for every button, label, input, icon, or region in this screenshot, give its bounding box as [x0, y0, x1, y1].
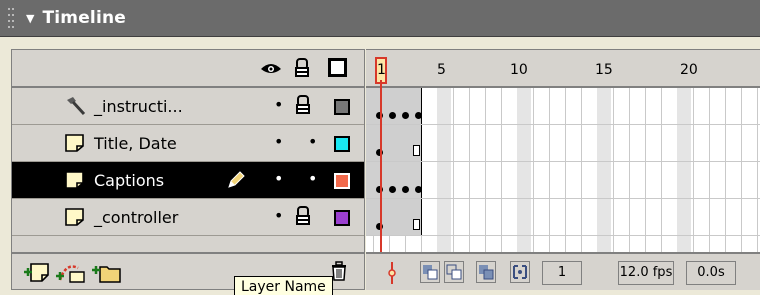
frame-gridline: [485, 88, 486, 252]
insert-folder-icon[interactable]: [92, 260, 122, 284]
frame-gridline: [725, 88, 726, 252]
lock-icon[interactable]: [295, 94, 311, 116]
frame-gridline: [661, 88, 662, 252]
frame-gridline: [741, 88, 742, 252]
frame-row-divider: [366, 124, 760, 125]
outline-color-swatch[interactable]: [334, 210, 350, 226]
keyframe-span[interactable]: [366, 88, 422, 124]
layer-list: _instructi... • Title, Date • • Captions: [11, 49, 365, 290]
frame-gridline: [581, 88, 582, 252]
frame-gridline: [501, 88, 502, 252]
panel-grip-handle[interactable]: [6, 0, 20, 37]
lock-dot[interactable]: •: [308, 171, 317, 187]
layer-row[interactable]: _controller •: [12, 199, 364, 236]
frame-rate-field[interactable]: 12.0 fps: [618, 261, 674, 285]
timeline-titlebar[interactable]: ▼ Timeline: [0, 0, 760, 37]
keyframe-span[interactable]: [366, 199, 422, 235]
outline-box-icon[interactable]: [328, 58, 347, 77]
onion-skin-outlines-button[interactable]: [444, 261, 464, 283]
frame-gridline: [533, 88, 534, 252]
frame-gridline: [453, 88, 454, 252]
layer-icon: [65, 208, 84, 226]
frame-gridline: [629, 88, 630, 252]
frame-ruler[interactable]: 1 5 10 15 20: [366, 50, 760, 88]
tooltip: Layer Name: [234, 276, 333, 295]
guide-layer-icon: [67, 97, 86, 116]
elapsed-time-field: 0.0s: [686, 261, 736, 285]
frame-row-divider: [366, 161, 760, 162]
layer-name[interactable]: Title, Date: [94, 134, 177, 153]
lock-icon[interactable]: [294, 58, 310, 78]
frame-grid[interactable]: [366, 88, 760, 252]
layer-name[interactable]: _controller: [94, 208, 178, 227]
timeline-footer: 1 12.0 fps 0.0s: [366, 252, 760, 290]
ruler-tick-label: 1: [377, 62, 386, 78]
current-frame-field: 1: [542, 261, 582, 285]
visibility-dot[interactable]: •: [274, 134, 283, 150]
lock-icon[interactable]: [295, 205, 311, 227]
pencil-icon: [228, 171, 245, 188]
layer-row[interactable]: Title, Date • •: [12, 125, 364, 162]
frame-gridline: [757, 88, 758, 252]
layer-icon: [65, 134, 84, 152]
frame-gridline: [549, 88, 550, 252]
frame-row-divider: [366, 235, 760, 236]
layer-name[interactable]: Captions: [94, 171, 164, 190]
layer-header: [12, 50, 364, 88]
frame-gridline: [693, 88, 694, 252]
frame-gridline: [709, 88, 710, 252]
ruler-tick-label: 10: [510, 62, 528, 78]
layer-name[interactable]: _instructi...: [94, 97, 183, 116]
collapse-triangle-icon[interactable]: ▼: [26, 12, 34, 25]
panel-title: Timeline: [42, 8, 127, 28]
layer-icon: [65, 171, 84, 189]
center-frame-icon[interactable]: [386, 262, 398, 284]
keyframe-span[interactable]: [366, 125, 422, 161]
timeline-frames[interactable]: 1 5 10 15 20 1 12.0 fps 0.0s: [366, 49, 760, 290]
add-layer-icon[interactable]: [24, 260, 50, 284]
frame-gridline: [469, 88, 470, 252]
lock-dot[interactable]: •: [308, 134, 317, 150]
modify-onion-markers-button[interactable]: [510, 261, 530, 283]
layer-row[interactable]: _instructi... •: [12, 88, 364, 125]
layer-row-selected[interactable]: Captions • •: [12, 162, 364, 199]
outline-color-swatch[interactable]: [334, 173, 350, 189]
ruler-tick-label: 15: [595, 62, 613, 78]
outline-color-swatch[interactable]: [334, 99, 350, 115]
ruler-tick-label: 20: [680, 62, 698, 78]
outline-color-swatch[interactable]: [334, 136, 350, 152]
frame-gridline: [613, 88, 614, 252]
frame-gridline: [645, 88, 646, 252]
frame-gridline: [565, 88, 566, 252]
frame-row-divider: [366, 198, 760, 199]
onion-skin-button[interactable]: [420, 261, 440, 283]
keyframe-span[interactable]: [366, 162, 422, 198]
ruler-tick-label: 5: [437, 62, 446, 78]
visibility-dot[interactable]: •: [274, 171, 283, 187]
eye-icon[interactable]: [260, 59, 282, 77]
edit-multiple-frames-button[interactable]: [476, 261, 496, 283]
visibility-dot[interactable]: •: [274, 97, 283, 113]
add-motion-guide-icon[interactable]: [56, 260, 86, 284]
visibility-dot[interactable]: •: [274, 208, 283, 224]
